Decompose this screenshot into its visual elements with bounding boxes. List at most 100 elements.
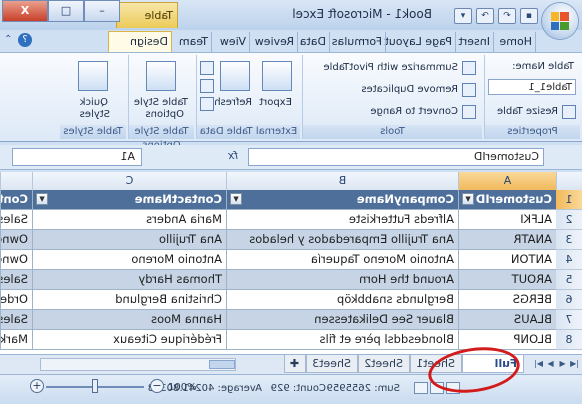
header-companyname[interactable]: CompanyName [226,190,458,209]
tab-formulas[interactable]: Formulas [328,32,386,52]
horizontal-scroll-thumb[interactable] [209,360,235,369]
table-cell[interactable]: Blauer See Delikatessen [226,310,458,329]
column-header-c[interactable]: C [32,172,226,190]
table-cell[interactable]: Christina Berglund [32,290,226,309]
table-cell[interactable]: Frédérique Citeaux [32,330,226,349]
convert-to-range-button[interactable]: Convert to Range [370,106,458,117]
table-cell[interactable]: Antonio Moreno Taquería [226,250,458,269]
table-cell[interactable]: Blondesddsl père et fils [226,330,458,349]
help-icon[interactable]: ? [18,33,32,47]
table-cell[interactable]: AROUT [458,270,556,289]
close-button[interactable]: X [2,0,48,22]
table-cell[interactable]: Antonio Moreno [32,250,226,269]
row-header-1[interactable]: 1 [556,190,582,210]
tab-insert[interactable]: Insert [455,32,494,52]
export-button[interactable]: Export [259,97,292,108]
row-header[interactable]: 6 [556,290,582,310]
table-cell[interactable]: Sales [0,210,32,229]
row-header[interactable]: 8 [556,330,582,350]
table-cell[interactable]: Ana Trujillo [32,230,226,249]
table-cell[interactable]: BLAUS [458,310,556,329]
column-header-b[interactable]: B [226,172,458,190]
tab-data[interactable]: Data [296,32,330,52]
tab-design[interactable]: Design [108,31,172,52]
table-cell[interactable]: Around the Horn [226,270,458,289]
table-cell[interactable]: Maria Anders [32,210,226,229]
unlink-icon[interactable] [200,97,214,111]
first-sheet-icon[interactable]: |◀ [569,358,580,370]
quick-styles-line1[interactable]: Quick [80,97,108,108]
resize-table-button[interactable]: Resize Table [497,106,558,117]
name-box[interactable]: A1 [12,148,142,166]
last-sheet-icon[interactable]: ▶| [533,358,544,370]
row-header[interactable]: 2 [556,210,582,230]
column-header-a[interactable]: A [458,172,556,190]
ribbon-minimize-icon[interactable]: ⌃ [4,34,12,45]
sheet-tab-sheet3[interactable]: Sheet3 [306,355,358,373]
table-cell[interactable]: Sales [0,270,32,289]
row-header[interactable]: 5 [556,270,582,290]
zoom-in-icon[interactable]: + [30,379,44,393]
header-contacttitle[interactable]: Conta [0,190,32,209]
tab-view[interactable]: View [216,32,250,52]
maximize-button[interactable]: □ [48,0,84,22]
summarize-pivottable-button[interactable]: Summarize with PivotTable [323,62,458,73]
table-cell[interactable]: Marke [0,330,32,349]
quick-styles-line2[interactable]: Styles [80,109,110,120]
open-browser-icon[interactable] [200,79,214,93]
office-button[interactable] [542,3,578,39]
formula-input[interactable]: CustomerID [248,148,544,166]
zoom-slider-thumb[interactable] [92,379,98,393]
save-icon[interactable]: ▪ [520,8,538,24]
column-header-d[interactable] [0,172,32,190]
filter-dropdown-icon[interactable]: ▼ [36,193,48,205]
sheet-tab-sheet2[interactable]: Sheet2 [358,355,410,373]
table-cell[interactable]: BLONP [458,330,556,349]
select-all-corner[interactable] [556,172,582,190]
zoom-out-icon[interactable]: − [150,379,164,393]
redo-icon[interactable]: ↷ [476,8,494,24]
sheet-tab-full-list[interactable]: Full List [462,355,524,388]
tab-team[interactable]: Team [175,32,212,52]
tab-review[interactable]: Review [251,32,298,52]
row-header[interactable]: 7 [556,310,582,330]
table-style-options-line1[interactable]: Table Style [134,97,188,108]
table-cell[interactable]: ALFKI [458,210,556,229]
refresh-button[interactable]: Refresh [214,97,252,108]
table-cell[interactable]: Owne [0,250,32,269]
table-cell[interactable]: Sales [0,310,32,329]
page-layout-view-icon[interactable] [430,382,444,394]
row-header[interactable]: 4 [556,250,582,270]
header-contactname[interactable]: ContactName [32,190,226,209]
insert-function-icon[interactable]: fx [222,149,244,165]
table-style-options-line2[interactable]: Options [145,109,184,120]
horizontal-scrollbar[interactable] [40,358,236,371]
filter-dropdown-icon[interactable]: ▼ [230,193,242,205]
undo-icon[interactable]: ↶ [498,8,516,24]
minimize-button[interactable]: – [84,0,120,22]
table-cell[interactable]: Owne [0,230,32,249]
filter-dropdown-icon[interactable]: ▼ [462,193,474,205]
row-header[interactable]: 3 [556,230,582,250]
remove-duplicates-button[interactable]: Remove Duplicates [361,84,458,95]
tab-page-layout[interactable]: Page Layout [381,32,456,52]
table-cell[interactable]: Thomas Hardy [32,270,226,289]
prev-sheet-icon[interactable]: ◀ [557,358,568,370]
table-cell[interactable]: Order [0,290,32,309]
insert-sheet-icon[interactable]: ✚ [284,355,306,373]
table-cell[interactable]: ANATR [458,230,556,249]
page-break-view-icon[interactable] [414,382,428,394]
table-cell[interactable]: Ana Trujillo Emparedados y helados [226,230,458,249]
qat-dropdown-icon[interactable]: ▾ [454,8,472,24]
table-cell[interactable]: BERGS [458,290,556,309]
table-cell[interactable]: ANTON [458,250,556,269]
table-cell[interactable]: Alfreds Futterkiste [226,210,458,229]
zoom-level[interactable]: 100% [168,382,197,393]
table-name-input[interactable]: Table1_1 [488,79,576,95]
properties-small-icon[interactable] [200,61,214,75]
table-cell[interactable]: Berglunds snabbköp [226,290,458,309]
tab-home[interactable]: Home [496,32,536,52]
next-sheet-icon[interactable]: ▶ [545,358,556,370]
normal-view-icon[interactable] [446,382,460,394]
table-cell[interactable]: Hanna Moos [32,310,226,329]
